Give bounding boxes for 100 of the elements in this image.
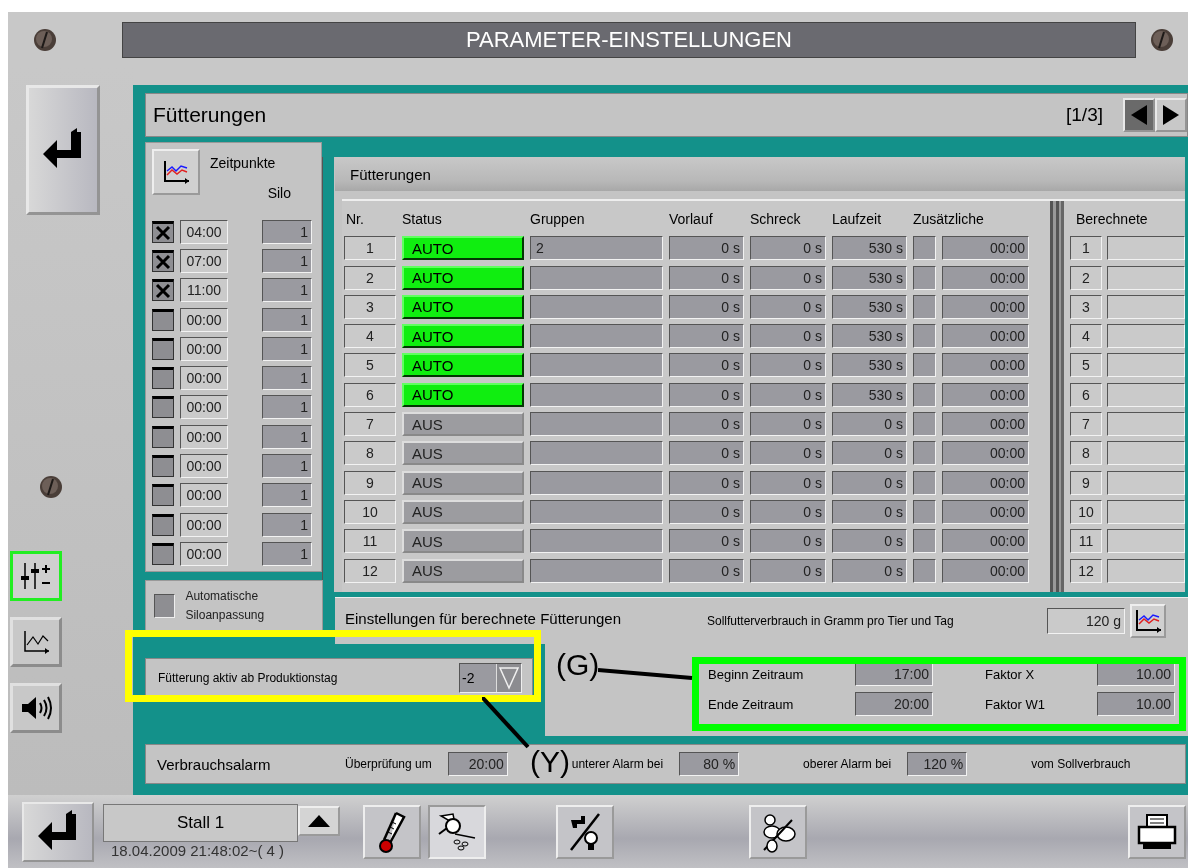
checkbox[interactable] bbox=[152, 367, 174, 390]
value-field[interactable]: 17:00 bbox=[855, 662, 933, 686]
groups-field[interactable] bbox=[530, 324, 663, 349]
lead-time-field[interactable]: 0 s bbox=[669, 353, 744, 378]
lead-time-field[interactable]: 0 s bbox=[669, 558, 744, 583]
runtime-field[interactable]: 0 s bbox=[832, 441, 907, 466]
time-field[interactable]: 00:00 bbox=[180, 512, 228, 537]
checkbox[interactable] bbox=[152, 279, 174, 302]
next-page-button[interactable] bbox=[1155, 98, 1187, 132]
status-button[interactable]: AUTO bbox=[402, 294, 524, 319]
silo-field[interactable]: 1 bbox=[262, 395, 312, 420]
back-button[interactable] bbox=[22, 801, 94, 862]
time-field[interactable]: 04:00 bbox=[180, 219, 228, 244]
checkbox[interactable] bbox=[152, 542, 174, 565]
chart-button[interactable] bbox=[152, 149, 200, 195]
runtime-field[interactable]: 530 s bbox=[832, 353, 907, 378]
status-button[interactable]: AUS bbox=[402, 441, 524, 466]
runtime-field[interactable]: 0 s bbox=[832, 412, 907, 437]
silo-field[interactable]: 1 bbox=[262, 366, 312, 391]
extra-time-field[interactable]: 00:00 bbox=[942, 324, 1029, 349]
runtime-field[interactable]: 0 s bbox=[832, 470, 907, 495]
checkbox[interactable] bbox=[913, 499, 936, 524]
silo-field[interactable]: 1 bbox=[262, 307, 312, 332]
startle-field[interactable]: 0 s bbox=[750, 441, 826, 466]
lead-time-field[interactable]: 0 s bbox=[669, 265, 744, 290]
value-field[interactable]: 20:00 bbox=[855, 692, 933, 716]
checkbox[interactable] bbox=[913, 382, 936, 407]
checkbox[interactable] bbox=[913, 294, 936, 319]
up-button[interactable] bbox=[298, 806, 340, 836]
startle-field[interactable]: 0 s bbox=[750, 353, 826, 378]
lead-time-field[interactable]: 0 s bbox=[669, 382, 744, 407]
time-field[interactable]: 00:00 bbox=[180, 541, 228, 566]
lead-time-field[interactable]: 0 s bbox=[669, 236, 744, 261]
time-field[interactable]: 00:00 bbox=[180, 336, 228, 361]
runtime-field[interactable]: 530 s bbox=[832, 294, 907, 319]
checkbox[interactable] bbox=[152, 396, 174, 419]
groups-field[interactable] bbox=[530, 353, 663, 378]
checkbox[interactable] bbox=[152, 484, 174, 507]
time-field[interactable]: 11:00 bbox=[180, 278, 228, 303]
checkbox[interactable] bbox=[152, 220, 174, 243]
startle-field[interactable]: 0 s bbox=[750, 294, 826, 319]
groups-field[interactable] bbox=[530, 441, 663, 466]
startle-field[interactable]: 0 s bbox=[750, 558, 826, 583]
startle-field[interactable]: 0 s bbox=[750, 236, 826, 261]
value-field[interactable]: 10.00 bbox=[1097, 692, 1175, 716]
checkbox[interactable] bbox=[152, 308, 174, 331]
checkbox[interactable] bbox=[913, 324, 936, 349]
lead-time-field[interactable]: 0 s bbox=[669, 294, 744, 319]
extra-time-field[interactable]: 00:00 bbox=[942, 470, 1029, 495]
startle-field[interactable]: 0 s bbox=[750, 470, 826, 495]
time-field[interactable]: 00:00 bbox=[180, 307, 228, 332]
extra-time-field[interactable]: 00:00 bbox=[942, 529, 1029, 554]
extra-time-field[interactable]: 00:00 bbox=[942, 499, 1029, 524]
status-button[interactable]: AUTO bbox=[402, 382, 524, 407]
status-button[interactable]: AUTO bbox=[402, 353, 524, 378]
lead-time-field[interactable]: 0 s bbox=[669, 529, 744, 554]
runtime-field[interactable]: 0 s bbox=[832, 499, 907, 524]
groups-field[interactable] bbox=[530, 294, 663, 319]
runtime-field[interactable]: 0 s bbox=[832, 558, 907, 583]
extra-time-field[interactable]: 00:00 bbox=[942, 412, 1029, 437]
silo-field[interactable]: 1 bbox=[262, 483, 312, 508]
status-button[interactable]: AUS bbox=[402, 558, 524, 583]
extra-time-field[interactable]: 00:00 bbox=[942, 265, 1029, 290]
back-button[interactable] bbox=[25, 85, 100, 215]
runtime-field[interactable]: 0 s bbox=[832, 529, 907, 554]
time-field[interactable]: 00:00 bbox=[180, 483, 228, 508]
checkbox[interactable] bbox=[154, 594, 176, 618]
runtime-field[interactable]: 530 s bbox=[832, 382, 907, 407]
groups-field[interactable] bbox=[530, 382, 663, 407]
groups-field[interactable] bbox=[530, 470, 663, 495]
groups-field[interactable] bbox=[530, 499, 663, 524]
extra-time-field[interactable]: 00:00 bbox=[942, 353, 1029, 378]
value-field[interactable]: 80 % bbox=[679, 752, 740, 776]
extra-time-field[interactable]: 00:00 bbox=[942, 558, 1029, 583]
chart-button[interactable] bbox=[1130, 604, 1166, 638]
status-button[interactable]: AUS bbox=[402, 499, 524, 524]
toolbar-button[interactable] bbox=[749, 804, 807, 859]
checkbox[interactable] bbox=[913, 236, 936, 261]
toolbar-button[interactable] bbox=[556, 804, 614, 859]
time-field[interactable]: 07:00 bbox=[180, 248, 228, 273]
runtime-field[interactable]: 530 s bbox=[832, 324, 907, 349]
checkbox[interactable] bbox=[152, 455, 174, 477]
groups-field[interactable] bbox=[530, 265, 663, 290]
extra-time-field[interactable]: 00:00 bbox=[942, 294, 1029, 319]
silo-field[interactable]: 1 bbox=[262, 336, 312, 361]
silo-field[interactable]: 1 bbox=[262, 424, 312, 449]
startle-field[interactable]: 0 s bbox=[750, 499, 826, 524]
value-field[interactable]: 10.00 bbox=[1097, 662, 1175, 686]
checkbox[interactable] bbox=[152, 425, 174, 448]
checkbox[interactable] bbox=[913, 470, 936, 495]
groups-field[interactable]: 2 bbox=[530, 236, 663, 261]
lead-time-field[interactable]: 0 s bbox=[669, 324, 744, 349]
previous-page-button[interactable] bbox=[1123, 98, 1155, 132]
runtime-field[interactable]: 530 s bbox=[832, 236, 907, 261]
startle-field[interactable]: 0 s bbox=[750, 324, 826, 349]
day-dropdown[interactable]: -2 bbox=[459, 663, 522, 693]
lead-time-field[interactable]: 0 s bbox=[669, 412, 744, 437]
lead-time-field[interactable]: 0 s bbox=[669, 470, 744, 495]
groups-field[interactable] bbox=[530, 412, 663, 437]
lead-time-field[interactable]: 0 s bbox=[669, 441, 744, 466]
